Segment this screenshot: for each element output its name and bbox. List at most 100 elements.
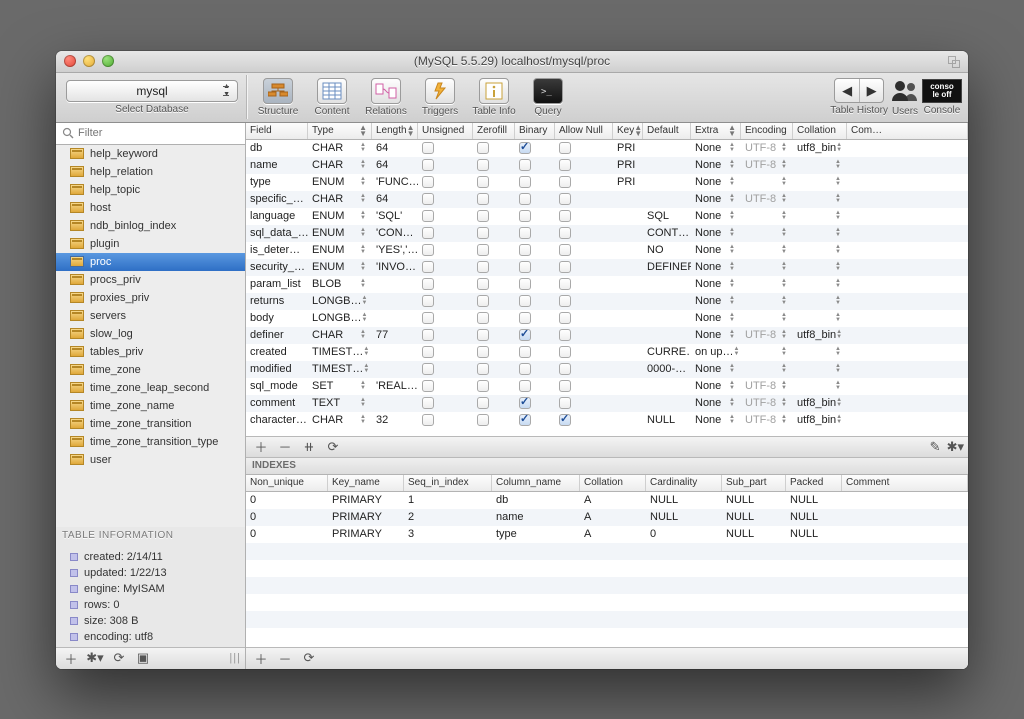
database-dropdown[interactable]: mysql ▲▼: [66, 80, 238, 102]
checkbox[interactable]: [519, 363, 531, 375]
zoom-window-button[interactable]: [102, 55, 114, 67]
field-actions-button[interactable]: ✱▾: [947, 439, 964, 455]
field-row[interactable]: sql_modeSET▲▼'REAL…None▲▼UTF-8▲▼▲▼: [246, 378, 968, 395]
index-header-cell[interactable]: Non_unique: [246, 475, 328, 491]
checkbox[interactable]: [477, 210, 489, 222]
remove-index-button[interactable]: －: [274, 649, 296, 667]
field-header-cell[interactable]: Unsigned: [418, 123, 473, 139]
index-header-cell[interactable]: Collation: [580, 475, 646, 491]
sidebar-table-time_zone_name[interactable]: time_zone_name: [56, 397, 245, 415]
field-header-cell[interactable]: Zerofill: [473, 123, 515, 139]
index-header-cell[interactable]: Seq_in_index: [404, 475, 492, 491]
checkbox[interactable]: [519, 329, 531, 341]
checkbox[interactable]: [519, 227, 531, 239]
checkbox[interactable]: [477, 329, 489, 341]
field-row[interactable]: specific_…CHAR▲▼64None▲▼UTF-8▲▼▲▼: [246, 191, 968, 208]
checkbox[interactable]: [477, 363, 489, 375]
add-table-button[interactable]: ＋: [60, 649, 82, 667]
checkbox[interactable]: [519, 346, 531, 358]
checkbox[interactable]: [519, 159, 531, 171]
checkbox[interactable]: [422, 227, 434, 239]
checkbox[interactable]: [422, 414, 434, 426]
field-header-cell[interactable]: Type▲▼: [308, 123, 372, 139]
field-header-cell[interactable]: Com…: [847, 123, 968, 139]
tab-triggers[interactable]: Triggers: [413, 78, 467, 117]
sidebar-table-time_zone_transition_type[interactable]: time_zone_transition_type: [56, 433, 245, 451]
field-row[interactable]: nameCHAR▲▼64PRINone▲▼UTF-8▲▼▲▼: [246, 157, 968, 174]
console-button[interactable]: console off Console: [922, 79, 962, 116]
sidebar-table-help_keyword[interactable]: help_keyword: [56, 145, 245, 163]
checkbox[interactable]: [559, 176, 571, 188]
sidebar-table-proc[interactable]: proc: [56, 253, 245, 271]
checkbox[interactable]: [422, 142, 434, 154]
index-row[interactable]: 0PRIMARY1dbANULLNULLNULL: [246, 492, 968, 509]
add-field-button[interactable]: ＋: [250, 438, 272, 456]
sidebar-table-proxies_priv[interactable]: proxies_priv: [56, 289, 245, 307]
checkbox[interactable]: [422, 397, 434, 409]
sidebar-table-time_zone_transition[interactable]: time_zone_transition: [56, 415, 245, 433]
checkbox[interactable]: [559, 346, 571, 358]
checkbox[interactable]: [477, 142, 489, 154]
field-header-cell[interactable]: Allow Null: [555, 123, 613, 139]
field-row[interactable]: character…CHAR▲▼32NULLNone▲▼UTF-8▲▼utf8_…: [246, 412, 968, 429]
checkbox[interactable]: [559, 278, 571, 290]
checkbox[interactable]: [477, 397, 489, 409]
field-header-cell[interactable]: Extra▲▼: [691, 123, 741, 139]
checkbox[interactable]: [477, 278, 489, 290]
fields-grid[interactable]: dbCHAR▲▼64PRINone▲▼UTF-8▲▼utf8_bin▲▼name…: [246, 140, 968, 436]
add-index-button[interactable]: ＋: [250, 649, 272, 667]
tab-relations[interactable]: Relations: [359, 78, 413, 117]
index-row[interactable]: 0PRIMARY2nameANULLNULLNULL: [246, 509, 968, 526]
checkbox[interactable]: [559, 142, 571, 154]
fullscreen-icon[interactable]: [948, 56, 960, 68]
checkbox[interactable]: [422, 261, 434, 273]
sidebar-table-tables_priv[interactable]: tables_priv: [56, 343, 245, 361]
field-row[interactable]: modifiedTIMEST…▲▼0000-…None▲▼▲▼▲▼: [246, 361, 968, 378]
index-header-cell[interactable]: Key_name: [328, 475, 404, 491]
table-list[interactable]: help_keywordhelp_relationhelp_topichostn…: [56, 145, 245, 527]
field-header-cell[interactable]: Default: [643, 123, 691, 139]
remove-field-button[interactable]: －: [274, 438, 296, 456]
checkbox[interactable]: [477, 414, 489, 426]
sidebar-actions-button[interactable]: ✱▾: [84, 649, 106, 667]
checkbox[interactable]: [519, 295, 531, 307]
index-header-cell[interactable]: Comment: [842, 475, 968, 491]
checkbox[interactable]: [559, 210, 571, 222]
checkbox[interactable]: [477, 295, 489, 307]
field-row[interactable]: commentTEXT▲▼None▲▼UTF-8▲▼utf8_bin▲▼: [246, 395, 968, 412]
history-back-button[interactable]: ◀: [835, 79, 859, 102]
checkbox[interactable]: [559, 397, 571, 409]
checkbox[interactable]: [422, 278, 434, 290]
field-header-cell[interactable]: Field: [246, 123, 308, 139]
field-header-cell[interactable]: Collation: [793, 123, 847, 139]
field-header-cell[interactable]: Length▲▼: [372, 123, 418, 139]
indexes-grid[interactable]: 0PRIMARY1dbANULLNULLNULL0PRIMARY2nameANU…: [246, 492, 968, 647]
checkbox[interactable]: [519, 414, 531, 426]
sidebar-toggle-button[interactable]: ▣: [132, 649, 154, 667]
checkbox[interactable]: [477, 176, 489, 188]
duplicate-field-button[interactable]: ⧺: [298, 438, 320, 456]
field-row[interactable]: param_listBLOB▲▼None▲▼▲▼▲▼: [246, 276, 968, 293]
field-row[interactable]: is_deter…ENUM▲▼'YES','…NONone▲▼▲▼▲▼: [246, 242, 968, 259]
checkbox[interactable]: [422, 159, 434, 171]
sidebar-table-help_topic[interactable]: help_topic: [56, 181, 245, 199]
sidebar-resize-grip[interactable]: |||: [229, 652, 241, 664]
checkbox[interactable]: [477, 346, 489, 358]
index-header-cell[interactable]: Sub_part: [722, 475, 786, 491]
sidebar-table-host[interactable]: host: [56, 199, 245, 217]
sidebar-table-time_zone[interactable]: time_zone: [56, 361, 245, 379]
checkbox[interactable]: [477, 244, 489, 256]
index-header-cell[interactable]: Cardinality: [646, 475, 722, 491]
checkbox[interactable]: [559, 295, 571, 307]
field-header-cell[interactable]: Key▲▼: [613, 123, 643, 139]
sidebar-refresh-button[interactable]: ⟳: [108, 649, 130, 667]
checkbox[interactable]: [519, 142, 531, 154]
sidebar-table-time_zone_leap_second[interactable]: time_zone_leap_second: [56, 379, 245, 397]
field-row[interactable]: typeENUM▲▼'FUNC…PRINone▲▼▲▼▲▼: [246, 174, 968, 191]
checkbox[interactable]: [519, 244, 531, 256]
tab-table-info[interactable]: Table Info: [467, 78, 521, 117]
index-header-cell[interactable]: Column_name: [492, 475, 580, 491]
field-row[interactable]: languageENUM▲▼'SQL'SQLNone▲▼▲▼▲▼: [246, 208, 968, 225]
tab-structure[interactable]: Structure: [251, 78, 305, 117]
checkbox[interactable]: [519, 380, 531, 392]
